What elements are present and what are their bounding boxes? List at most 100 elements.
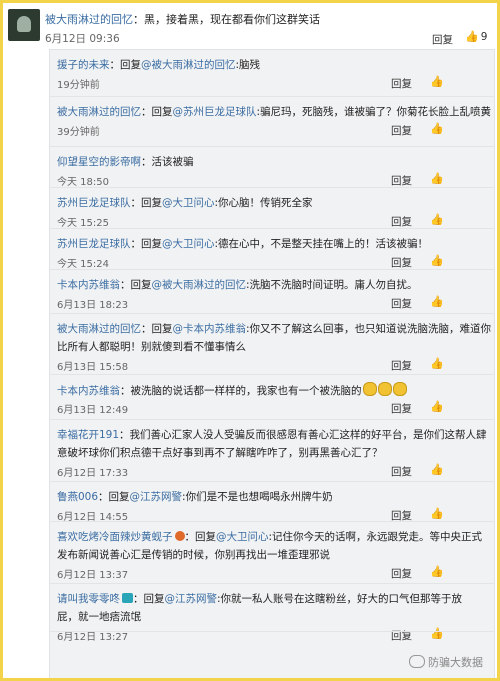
reply-button[interactable]: 回复 [391,401,412,416]
thumbs-up-icon[interactable]: 👍 [430,254,444,267]
reply-button[interactable]: 回复 [391,173,412,188]
reply-tail: :你心脑！传销死全家 [214,197,313,209]
reply-tail: :记住你今天的话啊，永远跟党走。等中央正式 [268,531,483,543]
reply-mention[interactable]: @被大雨淋过的回忆 [152,279,247,291]
emoji-icon [362,382,377,396]
reply-time: 39分钟前 [57,127,100,138]
reply-text-continued: 比所有人都聪明！别就傻到看不懂事情么 [57,341,246,353]
thumbs-up-icon[interactable]: 👍 [430,400,444,413]
emoji-icon [377,382,392,396]
reply-button[interactable]: 回复 [391,214,412,229]
reply-tail: :你们是不是也想喝喝永州牌牛奶 [182,491,333,503]
reply-text: ：回复 [109,59,142,71]
reply-time: 今天 15:24 [57,259,109,270]
reply-tail: :脑残 [235,59,261,71]
reply-mention[interactable]: @江苏网警 [165,593,218,605]
reply-text: ：回复 [120,279,152,291]
reply-button[interactable]: 回复 [391,255,412,270]
wechat-icon [409,655,425,668]
reply-mention[interactable]: @被大雨淋过的回忆 [141,59,236,71]
reply-text: ：回复 [141,106,173,118]
reply-button[interactable]: 回复 [391,358,412,373]
reply-row: 被大雨淋过的回忆：回复@苏州巨龙足球队:骗尼玛，死脑残，谁被骗了？你菊花长脸上乱… [50,97,494,147]
thumbs-up-icon[interactable]: 👍 [430,295,444,308]
reply-text: ：回复 [98,491,130,503]
reply-button[interactable]: 回复 [391,566,412,581]
reply-row: 援子的未来：回复@被大雨淋过的回忆:脑残 19分钟前 回复 👍 [50,50,494,97]
reply-tail: :洗脑不洗脑时间证明。庸人勿自扰。 [246,279,418,291]
reply-button[interactable]: 回复 [391,464,412,479]
reply-author[interactable]: 仰望星空的影帝啊 [57,156,141,168]
reply-time: 19分钟前 [57,80,100,91]
reply-mention[interactable]: @大卫问心 [162,238,215,250]
reply-author[interactable]: 喜欢吃烤冷面辣炒黄蚬子 [57,531,173,543]
comment-author[interactable]: 被大雨淋过的回忆 [45,13,133,26]
reply-row: 卡本内苏维翁：回复@被大雨淋过的回忆:洗脑不洗脑时间证明。庸人勿自扰。 6月13日… [50,270,494,314]
thumbs-up-icon[interactable]: 👍 [430,75,444,88]
reply-text-continued: 意破坏球你们积点德干点好事到再不了解瞎咋咋了，别再黑善心汇了？ [57,447,383,459]
reply-mention[interactable]: @大卫问心 [216,531,269,543]
reply-tail: :你又不了解这么回事，也只知道说洗脑洗脑，难道你 [246,323,492,335]
reply-tail: :你就一私人账号在这瞎粉丝，好大的口气但那等于放 [217,593,463,605]
thumbs-up-icon[interactable]: 👍 [430,627,444,640]
thumbs-up-icon[interactable]: 👍 [430,565,444,578]
reply-author[interactable]: 苏州巨龙足球队 [57,197,131,209]
avatar[interactable] [8,9,40,41]
reply-text: ：回复 [141,323,173,335]
reply-time: 6月13日 18:23 [57,300,129,311]
divider [50,631,494,632]
vip-badge-icon [174,531,185,541]
reply-time: 6月13日 15:58 [57,362,129,373]
reply-text: ：被洗脑的说话都一样样的，我家也有一个被洗脑的 [120,385,362,397]
reply-tail: :骗尼玛，死脑残，谁被骗了？你菊花长脸上乱喷黄 [256,106,492,118]
reply-button[interactable]: 回复 [391,76,412,91]
screenshot-frame: 被大雨淋过的回忆：黑，接着黑，现在都看你们这群笑话 6月12日 09:36 回复… [0,0,500,681]
reply-row: 苏州巨龙足球队：回复@大卫问心:你心脑！传销死全家今天 15:25 回复 👍 [50,188,494,229]
reply-time: 6月13日 12:49 [57,405,129,416]
reply-time: 今天 18:50 [57,177,109,188]
reply-mention[interactable]: @江苏网警 [130,491,183,503]
reply-button[interactable]: 回复 [432,32,453,47]
reply-author[interactable]: 卡本内苏维翁 [57,385,120,397]
thumbs-up-icon: 👍 [465,30,479,43]
reply-author[interactable]: 卡本内苏维翁 [57,279,120,291]
reply-time: 今天 15:25 [57,218,109,229]
reply-author[interactable]: 幸福花开191 [57,429,119,441]
reply-text: ：活该被骗 [141,156,194,168]
comment-time: 6月12日 09:36 [45,33,120,45]
reply-author[interactable]: 援子的未来 [57,59,110,71]
reply-text: ：回复 [133,593,165,605]
watermark: 防骗大数据 [409,654,483,670]
like-button[interactable]: 👍 9 [465,30,487,43]
thumbs-up-icon[interactable]: 👍 [430,357,444,370]
reply-text-continued: 屁，就一地痞流氓 [57,611,141,623]
thumbs-up-icon[interactable]: 👍 [430,463,444,476]
reply-row: 喜欢吃烤冷面辣炒黄蚬子 ：回复@大卫问心:记住你今天的话啊，永远跟党走。等中央正式… [50,522,494,584]
reply-mention[interactable]: @卡本内苏维翁 [173,323,247,335]
reply-author[interactable]: 请叫我零零咚 [57,593,120,605]
reply-button[interactable]: 回复 [391,296,412,311]
reply-time: 6月12日 17:33 [57,468,129,479]
comment-text: ：黑，接着黑，现在都看你们这群笑话 [133,13,320,26]
reply-row: 被大雨淋过的回忆：回复@卡本内苏维翁:你又不了解这么回事，也只知道说洗脑洗脑，难… [50,314,494,375]
top-comment: 被大雨淋过的回忆：黑，接着黑，现在都看你们这群笑话 6月12日 09:36 回复… [3,3,497,49]
emoji-icon [392,382,407,396]
reply-author[interactable]: 被大雨淋过的回忆 [57,106,141,118]
reply-button[interactable]: 回复 [391,123,412,138]
reply-text: ：回复 [130,238,163,250]
reply-mention[interactable]: @大卫问心 [162,197,215,209]
reply-row: 仰望星空的影帝啊：活该被骗今天 18:50 回复 👍 [50,147,494,188]
thumbs-up-icon[interactable]: 👍 [430,507,444,520]
reply-author[interactable]: 鲁燕006 [57,491,98,503]
thumbs-up-icon[interactable]: 👍 [430,172,444,185]
reply-row: 幸福花开191：我们善心汇家人没人受骗反而很感恩有善心汇这样的好平台，是你们这帮… [50,420,494,482]
reply-author[interactable]: 被大雨淋过的回忆 [57,323,141,335]
thumbs-up-icon[interactable]: 👍 [430,213,444,226]
reply-text: ：回复 [130,197,163,209]
like-count: 9 [480,31,488,43]
reply-tail: :德在心中，不是整天挂在嘴上的！活该被骗！ [214,238,429,250]
reply-mention[interactable]: @苏州巨龙足球队 [173,106,257,118]
reply-time: 6月12日 13:37 [57,570,129,581]
reply-author[interactable]: 苏州巨龙足球队 [57,238,131,250]
thumbs-up-icon[interactable]: 👍 [430,122,444,135]
